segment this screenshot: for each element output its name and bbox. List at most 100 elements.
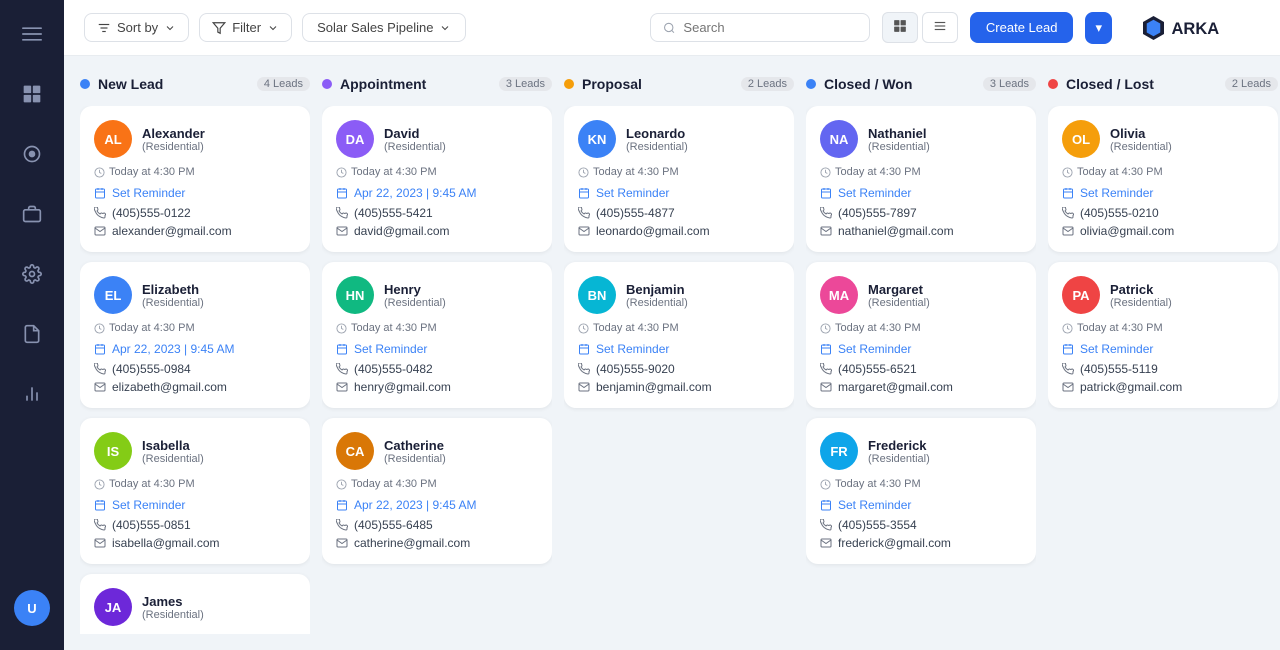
more-button[interactable]: ▾ <box>1085 12 1112 44</box>
card-benjamin[interactable]: BN Benjamin (Residential) Today at 4:30 … <box>564 262 794 408</box>
card-date-badge[interactable]: Apr 22, 2023 | 9:45 AM <box>336 498 538 512</box>
card-time: Today at 4:30 PM <box>1062 166 1264 178</box>
clock-icon <box>820 323 831 334</box>
card-time: Today at 4:30 PM <box>94 166 296 178</box>
list-view-button[interactable] <box>922 12 958 43</box>
card-email: nathaniel@gmail.com <box>820 224 1022 238</box>
cards-wrap-closed-lost: OL Olivia (Residential) Today at 4:30 PM… <box>1048 106 1278 634</box>
settings-icon[interactable] <box>14 256 50 292</box>
search-box[interactable] <box>650 13 870 42</box>
col-title-text-appointment: Appointment <box>340 76 426 92</box>
card-phone: (405)555-6521 <box>820 362 1022 376</box>
email-icon <box>94 381 106 393</box>
card-alexander[interactable]: AL Alexander (Residential) Today at 4:30… <box>80 106 310 252</box>
card-time: Today at 4:30 PM <box>336 478 538 490</box>
phone-icon <box>578 207 590 219</box>
clock-icon <box>1062 323 1073 334</box>
card-leonardo[interactable]: KN Leonardo (Residential) Today at 4:30 … <box>564 106 794 252</box>
card-name: Margaret <box>868 282 930 297</box>
sort-label: Sort by <box>117 20 158 35</box>
card-olivia[interactable]: OL Olivia (Residential) Today at 4:30 PM… <box>1048 106 1278 252</box>
email-icon <box>1062 381 1074 393</box>
phone-icon <box>94 207 106 219</box>
set-reminder-button[interactable]: Set Reminder <box>336 342 538 356</box>
grid-view-button[interactable] <box>882 12 918 43</box>
logo: ARKA <box>1140 12 1260 44</box>
pipeline-select[interactable]: Solar Sales Pipeline <box>302 13 466 42</box>
phone-icon <box>336 519 348 531</box>
clock-icon <box>1062 167 1073 178</box>
card-type: (Residential) <box>384 297 446 309</box>
set-reminder-button[interactable]: Set Reminder <box>94 186 296 200</box>
col-title-closed-lost: Closed / Lost <box>1048 76 1154 92</box>
email-icon <box>94 225 106 237</box>
card-date-badge[interactable]: Apr 22, 2023 | 9:45 AM <box>336 186 538 200</box>
document-icon[interactable] <box>14 316 50 352</box>
col-title-text-closed-lost: Closed / Lost <box>1066 76 1154 92</box>
search-input[interactable] <box>683 20 856 35</box>
card-type: (Residential) <box>142 297 204 309</box>
col-title-closed-won: Closed / Won <box>806 76 912 92</box>
dashboard-icon[interactable] <box>14 76 50 112</box>
column-header-proposal: Proposal 2 Leads <box>564 72 794 96</box>
card-email: david@gmail.com <box>336 224 538 238</box>
card-type: (Residential) <box>142 141 205 153</box>
card-type: (Residential) <box>142 609 204 621</box>
card-nathaniel[interactable]: NA Nathaniel (Residential) Today at 4:30… <box>806 106 1036 252</box>
set-reminder-button[interactable]: Set Reminder <box>1062 186 1264 200</box>
card-james[interactable]: JA James (Residential) Today at 4:30 PM … <box>80 574 310 634</box>
set-reminder-button[interactable]: Set Reminder <box>1062 342 1264 356</box>
filter-button[interactable]: Filter <box>199 13 292 42</box>
card-header: DA David (Residential) <box>336 120 538 158</box>
card-email: frederick@gmail.com <box>820 536 1022 550</box>
email-icon <box>1062 225 1074 237</box>
clock-icon <box>820 167 831 178</box>
card-name: Patrick <box>1110 282 1172 297</box>
briefcase-icon[interactable] <box>14 196 50 232</box>
card-david[interactable]: DA David (Residential) Today at 4:30 PM … <box>322 106 552 252</box>
card-isabella[interactable]: IS Isabella (Residential) Today at 4:30 … <box>80 418 310 564</box>
column-proposal: Proposal 2 Leads KN Leonardo (Residentia… <box>564 72 794 634</box>
set-reminder-button[interactable]: Set Reminder <box>578 342 780 356</box>
column-appointment: Appointment 3 Leads DA David (Residentia… <box>322 72 552 634</box>
user-avatar[interactable]: U <box>14 590 50 626</box>
topbar-left: Sort by Filter Solar Sales Pipeline <box>84 13 638 42</box>
card-time: Today at 4:30 PM <box>336 322 538 334</box>
clock-icon <box>94 323 105 334</box>
card-catherine[interactable]: CA Catherine (Residential) Today at 4:30… <box>322 418 552 564</box>
card-patrick[interactable]: PA Patrick (Residential) Today at 4:30 P… <box>1048 262 1278 408</box>
create-lead-button[interactable]: Create Lead <box>970 12 1074 43</box>
set-reminder-button[interactable]: Set Reminder <box>578 186 780 200</box>
email-icon <box>820 537 832 549</box>
card-phone: (405)555-0482 <box>336 362 538 376</box>
col-title-text-closed-won: Closed / Won <box>824 76 912 92</box>
card-elizabeth[interactable]: EL Elizabeth (Residential) Today at 4:30… <box>80 262 310 408</box>
set-reminder-button[interactable]: Set Reminder <box>820 498 1022 512</box>
card-name: Benjamin <box>626 282 688 297</box>
card-phone: (405)555-3554 <box>820 518 1022 532</box>
cards-wrap-new-lead: AL Alexander (Residential) Today at 4:30… <box>80 106 310 634</box>
clock-icon <box>94 479 105 490</box>
clock-icon <box>578 323 589 334</box>
clock-icon <box>336 167 347 178</box>
card-email: margaret@gmail.com <box>820 380 1022 394</box>
card-email: olivia@gmail.com <box>1062 224 1264 238</box>
card-name: Catherine <box>384 438 446 453</box>
menu-icon[interactable] <box>14 16 50 52</box>
sort-button[interactable]: Sort by <box>84 13 189 42</box>
card-header: PA Patrick (Residential) <box>1062 276 1264 314</box>
card-henry[interactable]: HN Henry (Residential) Today at 4:30 PM … <box>322 262 552 408</box>
column-header-appointment: Appointment 3 Leads <box>322 72 552 96</box>
card-phone: (405)555-6485 <box>336 518 538 532</box>
card-frederick[interactable]: FR Frederick (Residential) Today at 4:30… <box>806 418 1036 564</box>
set-reminder-button[interactable]: Set Reminder <box>820 186 1022 200</box>
card-header: EL Elizabeth (Residential) <box>94 276 296 314</box>
card-date-badge[interactable]: Apr 22, 2023 | 9:45 AM <box>94 342 296 356</box>
card-type: (Residential) <box>868 453 930 465</box>
set-reminder-button[interactable]: Set Reminder <box>820 342 1022 356</box>
card-avatar: FR <box>820 432 858 470</box>
card-margaret[interactable]: MA Margaret (Residential) Today at 4:30 … <box>806 262 1036 408</box>
leads-icon[interactable] <box>14 136 50 172</box>
analytics-icon[interactable] <box>14 376 50 412</box>
set-reminder-button[interactable]: Set Reminder <box>94 498 296 512</box>
